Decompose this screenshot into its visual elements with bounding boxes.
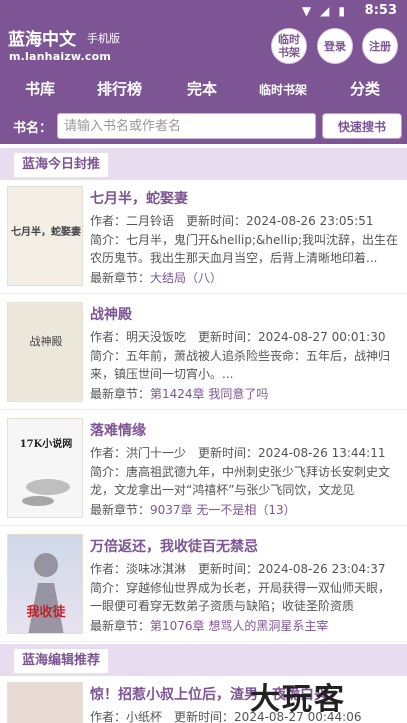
latest-label: 最新章节：	[90, 619, 151, 633]
author-label: 作者：	[90, 710, 127, 723]
book-item[interactable]: 我收徒 万倍返还，我收徒百无禁忌 作者：淡味冰淇淋 更新时间：2024-08-26…	[0, 528, 407, 642]
section-title: 蓝海今日封推	[14, 153, 109, 177]
book-author: 洪门十一少	[126, 446, 187, 460]
site-subtitle: 手机版	[87, 32, 120, 45]
book-item[interactable]: 17K小说网 落难情缘 作者：洪门十一少 更新时间：2024-08-26 13:4…	[0, 412, 407, 526]
latest-chapter-link[interactable]: 大结局（八）	[150, 271, 222, 285]
login-button-label: 登录	[324, 39, 346, 53]
book-title[interactable]: 战神殿	[90, 304, 132, 324]
section-title: 蓝海编辑推荐	[14, 649, 109, 673]
nav-completed[interactable]: 完本	[187, 78, 217, 99]
book-intro: 简介：五年前，萧战被人追杀险些丧命：五年后，战神归来，镇压世间一切宵小。...	[90, 349, 391, 381]
book-updated: 2024-08-26 23:04:37	[258, 562, 386, 576]
nav-bookshelf[interactable]: 临时书架	[259, 81, 307, 98]
author-label: 作者：	[90, 330, 127, 344]
status-time: 8:53	[364, 3, 397, 18]
latest-label: 最新章节：	[90, 271, 151, 285]
section-header-today: 蓝海今日封推	[0, 148, 407, 180]
latest-label: 最新章节：	[90, 387, 151, 401]
nav-category[interactable]: 分类	[350, 78, 380, 99]
book-cover[interactable]: 七月半，蛇娶妻	[7, 186, 83, 286]
cover-title: 我收徒	[26, 605, 66, 620]
book-author: 小纸杯	[126, 710, 163, 723]
main-nav: 书库 排行榜 完本 临时书架 分类	[0, 70, 407, 108]
author-label: 作者：	[90, 562, 127, 576]
book-intro: 简介：唐高祖武德九年，中州刺史张少飞拜访长安刺史文龙，文龙拿出一对“鸿禧杯”与张…	[90, 465, 391, 497]
book-title[interactable]: 落难情缘	[90, 420, 146, 440]
book-updated: 2024-08-26 23:05:51	[246, 214, 374, 228]
latest-chapter-link[interactable]: 第1424章 我同意了吗	[150, 387, 268, 401]
site-header: 蓝海中文 手机版 m.lanhaizw.com 临时书架 登录 注册	[0, 22, 407, 70]
ink-fish-illustration	[22, 479, 70, 506]
status-icons: ▼ ◢ ▮	[302, 4, 345, 18]
book-meta: 作者：二月铃语 更新时间：2024-08-26 23:05:51	[90, 212, 374, 229]
book-meta: 作者：明天没饭吃 更新时间：2024-08-27 00:01:30	[90, 328, 386, 345]
section-header-editor: 蓝海编辑推荐	[0, 644, 407, 676]
register-button-label: 注册	[369, 39, 391, 53]
book-item[interactable]: 七月半，蛇娶妻 七月半，蛇娶妻 作者：二月铃语 更新时间：2024-08-26 2…	[0, 180, 407, 294]
book-title[interactable]: 七月半，蛇娶妻	[90, 188, 188, 208]
book-item[interactable]: 战神殿 战神殿 作者：明天没饭吃 更新时间：2024-08-27 00:01:30…	[0, 296, 407, 410]
cover-title: 17K小说网	[19, 439, 73, 450]
book-author: 二月铃语	[126, 214, 175, 228]
search-bar: 书名： 快速搜书	[0, 108, 407, 144]
latest-chapter-link[interactable]: 9037章 无一不是相（13）	[150, 503, 296, 517]
updated-label: 更新时间：	[174, 710, 235, 723]
status-bar: ▼ ◢ ▮ 8:53	[0, 0, 407, 22]
nav-ranking[interactable]: 排行榜	[97, 78, 142, 99]
latest-chapter-link[interactable]: 第1076章 想骂人的黑洞星系主宰	[150, 619, 328, 633]
book-updated: 2024-08-27 00:01:30	[258, 330, 386, 344]
book-author: 明天没饭吃	[126, 330, 187, 344]
nav-library[interactable]: 书库	[25, 78, 55, 99]
search-input[interactable]	[57, 113, 316, 139]
site-url: m.lanhaizw.com	[9, 50, 112, 63]
book-latest: 最新章节：9037章 无一不是相（13）	[90, 501, 296, 518]
signal-icon: ◢	[320, 4, 330, 18]
book-meta: 作者：洪门十一少 更新时间：2024-08-26 13:44:11	[90, 444, 386, 461]
book-latest: 最新章节：第1076章 想骂人的黑洞星系主宰	[90, 617, 328, 634]
battery-icon: ▮	[338, 4, 345, 18]
bookshelf-button-label: 临时书架	[278, 33, 300, 59]
login-button[interactable]: 登录	[317, 28, 353, 64]
author-label: 作者：	[90, 446, 127, 460]
book-cover[interactable]: 战神殿	[7, 302, 83, 402]
cover-title: 七月半，蛇娶妻	[11, 227, 81, 238]
updated-label: 更新时间：	[198, 446, 259, 460]
latest-label: 最新章节：	[90, 503, 151, 517]
book-updated: 2024-08-26 13:44:11	[258, 446, 386, 460]
book-intro: 简介：穿越修仙世界成为长老，开局获得一双仙师天眼，一眼便可看穿无数弟子资质与缺陷…	[90, 581, 391, 613]
site-title[interactable]: 蓝海中文	[8, 25, 76, 50]
updated-label: 更新时间：	[186, 214, 247, 228]
register-button[interactable]: 注册	[362, 28, 398, 64]
watermark-logo: 大玩客	[250, 682, 346, 717]
updated-label: 更新时间：	[198, 330, 259, 344]
book-author: 淡味冰淇淋	[126, 562, 187, 576]
book-meta: 作者：淡味冰淇淋 更新时间：2024-08-26 23:04:37	[90, 560, 386, 577]
book-intro: 简介：七月半，鬼门开&hellip;&hellip;我叫沈辞，出生在农历鬼节。我…	[90, 233, 399, 265]
book-cover[interactable]: 我收徒	[7, 534, 83, 634]
cover-title: 战神殿	[29, 335, 63, 348]
updated-label: 更新时间：	[198, 562, 259, 576]
search-button[interactable]: 快速搜书	[322, 113, 402, 139]
book-latest: 最新章节：第1424章 我同意了吗	[90, 385, 268, 402]
book-cover[interactable]: 17K小说网	[7, 418, 83, 518]
book-latest: 最新章节：大结局（八）	[90, 269, 222, 286]
author-label: 作者：	[90, 214, 127, 228]
book-cover[interactable]	[7, 682, 83, 723]
bookshelf-button[interactable]: 临时书架	[271, 28, 307, 64]
search-label: 书名：	[13, 121, 53, 136]
book-title[interactable]: 万倍返还，我收徒百无禁忌	[90, 536, 258, 556]
wifi-icon: ▼	[301, 4, 312, 18]
